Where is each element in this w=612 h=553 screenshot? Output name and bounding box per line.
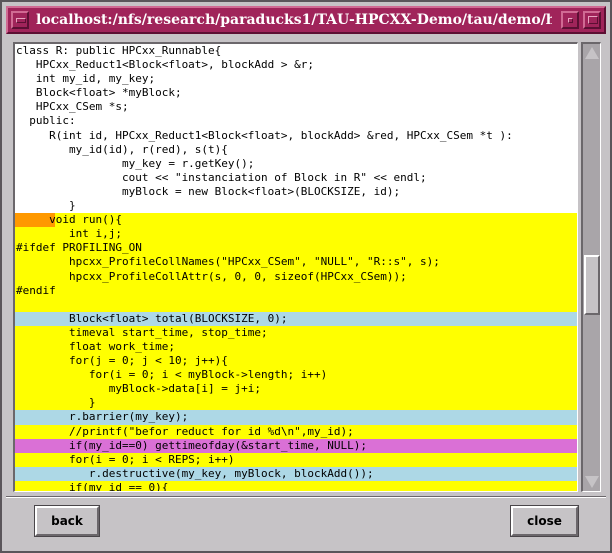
code-line[interactable]: for(j = 0; j < 10; j++){ (15, 354, 577, 369)
code-line[interactable]: my_key = r.getKey(); (15, 157, 577, 171)
code-line[interactable]: Block<float> *myBlock; (15, 86, 577, 100)
vertical-scrollbar[interactable] (581, 42, 601, 492)
code-line-text: if(my_id==0) gettimeofday(&start_time, N… (16, 438, 367, 452)
code-line-text: myBlock = new Block<float>(BLOCKSIZE, id… (16, 184, 401, 198)
code-line[interactable]: r.destructive(my_key, myBlock, blockAdd(… (15, 466, 577, 481)
window-menu-button[interactable] (11, 11, 29, 29)
code-line[interactable]: class R: public HPCxx_Runnable{ (15, 44, 577, 58)
code-line-text: cout << "instanciation of Block in R" <<… (16, 170, 427, 184)
code-line-text: for(j = 0; j < 10; j++){ (16, 354, 228, 368)
code-line-text: for(i = 0; i < REPS; i++) (16, 452, 235, 466)
code-line[interactable]: my_id(id), r(red), s(t){ (15, 143, 577, 157)
maximize-button[interactable] (583, 11, 601, 29)
code-line-text: hpcxx_ProfileCollNames("HPCxx_CSem", "NU… (16, 255, 440, 269)
minimize-button[interactable] (561, 11, 579, 29)
code-line-text: class R: public HPCxx_Runnable{ (16, 44, 222, 57)
code-line-text: if(my_id == 0){ (16, 480, 169, 492)
back-button[interactable]: back (34, 505, 100, 537)
code-line-text: } (16, 199, 76, 213)
code-line[interactable] (15, 297, 577, 312)
code-line-text: Block<float> *myBlock; (16, 86, 182, 100)
code-line-text: timeval start_time, stop_time; (16, 325, 268, 339)
code-line-text: public: (16, 114, 76, 128)
code-line[interactable]: float work_time; (15, 339, 577, 355)
code-line-text: my_key = r.getKey(); (16, 156, 255, 170)
window-title: localhost:/nfs/research/paraducks1/TAU-H… (36, 12, 552, 28)
code-line[interactable]: for(i = 0; i < myBlock->length; i++) (15, 368, 577, 383)
code-line[interactable]: #endif (15, 283, 577, 298)
code-line[interactable]: for(i = 0; i < REPS; i++) (15, 452, 577, 467)
code-line[interactable]: #ifdef PROFILING_ON (15, 241, 577, 256)
scroll-up-arrow-icon[interactable] (585, 47, 599, 59)
code-line-text: int my_id, my_key; (16, 72, 156, 86)
minimize-icon (568, 18, 573, 23)
code-line-text: float work_time; (16, 339, 175, 353)
code-line[interactable]: public: (15, 114, 577, 128)
source-viewer-window: localhost:/nfs/research/paraducks1/TAU-H… (0, 0, 612, 553)
code-line[interactable]: if(my_id==0) gettimeofday(&start_time, N… (15, 438, 577, 453)
code-line-text: int i,j; (16, 227, 122, 241)
code-line[interactable]: cout << "instanciation of Block in R" <<… (15, 171, 577, 185)
code-line[interactable]: timeval start_time, stop_time; (15, 325, 577, 340)
window-menu-icon (16, 18, 26, 23)
code-line[interactable]: HPCxx_Reduct1<Block<float>, blockAdd > &… (15, 58, 577, 72)
code-line[interactable]: Block<float> total(BLOCKSIZE, 0); (15, 311, 577, 326)
code-line[interactable]: R(int id, HPCxx_Reduct1<Block<float>, bl… (15, 129, 577, 143)
code-line-text: //printf("befor reduct for id %d\n",my_i… (16, 424, 354, 438)
code-line[interactable]: hpcxx_ProfileCollAttr(s, 0, 0, sizeof(HP… (15, 269, 577, 284)
code-line-text: #ifdef PROFILING_ON (16, 241, 142, 255)
code-line-text: r.destructive(my_key, myBlock, blockAdd(… (16, 466, 374, 480)
code-line[interactable]: HPCxx_CSem *s; (15, 100, 577, 114)
code-line-text: #endif (16, 283, 56, 297)
code-line-text: } (16, 396, 96, 410)
code-line-text: my_id(id), r(red), s(t){ (16, 142, 228, 156)
code-line-text: HPCxx_CSem *s; (16, 100, 129, 114)
code-line-text: HPCxx_Reduct1<Block<float>, blockAdd > &… (16, 58, 315, 72)
code-line[interactable]: hpcxx_ProfileCollNames("HPCxx_CSem", "NU… (15, 255, 577, 270)
code-line[interactable]: } (15, 199, 577, 213)
close-button[interactable]: close (510, 505, 579, 537)
scroll-down-arrow-icon[interactable] (585, 476, 599, 488)
maximize-icon (588, 16, 598, 24)
source-code-view[interactable]: class R: public HPCxx_Runnable{ HPCxx_Re… (13, 42, 578, 492)
divider (6, 496, 606, 498)
code-line[interactable]: if(my_id == 0){ (15, 480, 577, 492)
code-line[interactable]: } (15, 396, 577, 411)
code-line[interactable]: myBlock->data[i] = j+i; (15, 382, 577, 397)
code-line-text: r.barrier(my_key); (16, 410, 189, 424)
title-bar[interactable]: localhost:/nfs/research/paraducks1/TAU-H… (6, 6, 606, 34)
code-line[interactable]: int my_id, my_key; (15, 72, 577, 86)
code-line[interactable]: void run(){ (15, 213, 577, 228)
code-line-text: hpcxx_ProfileCollAttr(s, 0, 0, sizeof(HP… (16, 269, 407, 283)
code-line-text: Block<float> total(BLOCKSIZE, 0); (16, 311, 288, 325)
code-line[interactable]: r.barrier(my_key); (15, 410, 577, 425)
code-line-text: void run(){ (16, 213, 122, 227)
code-line[interactable]: //printf("befor reduct for id %d\n",my_i… (15, 424, 577, 439)
code-line[interactable]: int i,j; (15, 227, 577, 242)
code-line[interactable]: myBlock = new Block<float>(BLOCKSIZE, id… (15, 185, 577, 199)
scrollbar-thumb[interactable] (584, 255, 600, 315)
code-line-text: R(int id, HPCxx_Reduct1<Block<float>, bl… (16, 128, 513, 142)
code-line-text: for(i = 0; i < myBlock->length; i++) (16, 368, 328, 382)
code-line-text: myBlock->data[i] = j+i; (16, 382, 262, 396)
